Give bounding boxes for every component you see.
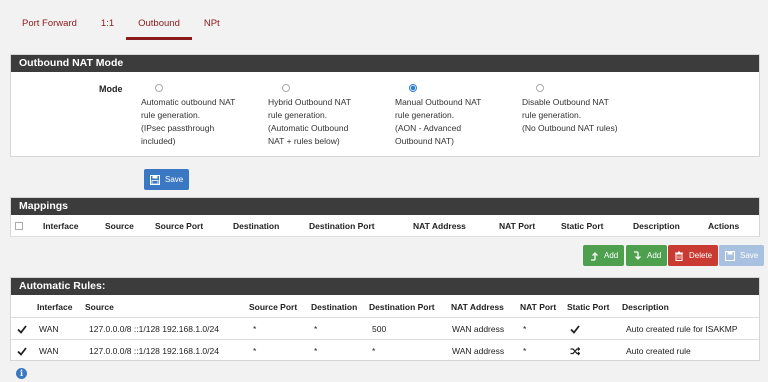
col-interface: Interface [37,302,73,312]
tab-npt[interactable]: NPt [192,0,232,40]
static-port-cell [570,346,581,358]
trash-icon [675,251,683,261]
col-static-port: Static Port [567,302,610,312]
mode-option-text: Manual Outbound NAT rule generation. (AO… [395,97,482,146]
mode-option-manual[interactable]: Manual Outbound NAT rule generation. (AO… [395,84,510,148]
col-static-port[interactable]: Static Port [561,221,604,231]
radio-disable[interactable] [536,84,544,92]
cell-destination-port: * [372,346,376,356]
panel-title: Mappings [11,198,759,215]
cell-destination-port: 500 [372,324,387,334]
mappings-panel: Mappings Interface Source Source Port De… [10,197,760,237]
cell-source-port: * [253,324,257,334]
col-source: Source [85,302,114,312]
save-mappings-label: Save [740,251,759,260]
cell-nat-port: * [523,324,527,334]
radio-hybrid[interactable] [282,84,290,92]
panel-title: Automatic Rules: [11,278,759,295]
mode-option-automatic[interactable]: Automatic outbound NAT rule generation. … [141,84,256,148]
outbound-nat-mode-panel: Outbound NAT Mode Mode Automatic outboun… [10,54,760,157]
info-icon[interactable]: i [16,368,27,379]
mappings-header-row: Interface Source Source Port Destination… [11,215,759,237]
cell-nat-address: WAN address [452,346,505,356]
col-destination-port[interactable]: Destination Port [309,221,375,231]
mode-option-disable[interactable]: Disable Outbound NAT rule generation. (N… [522,84,637,135]
col-source[interactable]: Source [105,221,134,231]
cell-nat-address: WAN address [452,324,505,334]
cell-nat-port: * [523,346,527,356]
shuffle-icon [570,347,581,356]
mode-label: Mode [99,84,123,94]
mode-option-text: Disable Outbound NAT rule generation. (N… [522,97,618,133]
nat-tabs: Port Forward 1:1 Outbound NPt [10,0,232,40]
col-actions: Actions [708,221,740,231]
automatic-rules-panel: Automatic Rules: Interface Source Source… [10,277,760,361]
col-nat-address: NAT Address [451,302,504,312]
check-icon [17,325,27,334]
arrow-down-icon [634,250,641,260]
col-nat-port: NAT Port [520,302,557,312]
col-interface[interactable]: Interface [43,221,78,231]
cell-source-port: * [253,346,257,356]
save-label: Save [165,175,184,184]
add-top-label: Add [604,251,619,260]
cell-interface: WAN [39,324,59,334]
add-bottom-button[interactable]: Add [626,245,668,266]
radio-manual[interactable] [409,84,417,92]
panel-title: Outbound NAT Mode [11,55,759,72]
delete-button[interactable]: Delete [668,245,719,266]
cell-source: 127.0.0.0/8 ::1/128 192.168.1.0/24 [89,346,219,356]
enabled-icon [17,346,27,358]
enabled-icon [17,324,27,336]
col-source-port: Source Port [249,302,298,312]
save-mappings-button[interactable]: Save [719,245,765,266]
add-bottom-label: Add [647,251,662,260]
col-nat-address[interactable]: NAT Address [413,221,466,231]
mode-option-hybrid[interactable]: Hybrid Outbound NAT rule generation. (Au… [268,84,383,148]
cell-description: Auto created rule for ISAKMP [626,324,738,334]
save-mode-button[interactable]: Save [144,169,190,190]
arrow-up-icon [591,251,598,261]
cell-source: 127.0.0.0/8 ::1/128 192.168.1.0/24 [89,324,219,334]
delete-label: Delete [689,251,713,260]
cell-interface: WAN [39,346,59,356]
col-destination: Destination [311,302,358,312]
col-destination-port: Destination Port [369,302,435,312]
table-row: WAN 127.0.0.0/8 ::1/128 192.168.1.0/24 *… [11,339,759,361]
cell-destination: * [314,324,318,334]
col-description[interactable]: Description [633,221,680,231]
radio-automatic[interactable] [155,84,163,92]
table-row: WAN 127.0.0.0/8 ::1/128 192.168.1.0/24 *… [11,317,759,339]
check-icon [17,347,27,356]
cell-description: Auto created rule [626,346,691,356]
col-source-port[interactable]: Source Port [155,221,203,231]
static-port-cell [570,324,580,336]
col-description: Description [622,302,669,312]
mode-option-text: Automatic outbound NAT rule generation. … [141,97,236,146]
cell-destination: * [314,346,318,356]
select-all-checkbox[interactable] [15,222,23,230]
tab-one-to-one[interactable]: 1:1 [89,0,126,40]
floppy-icon [725,250,735,261]
add-top-button[interactable]: Add [583,245,625,266]
mode-option-text: Hybrid Outbound NAT rule generation. (Au… [268,97,351,146]
col-nat-port[interactable]: NAT Port [499,221,535,231]
check-icon [570,325,580,334]
tab-outbound[interactable]: Outbound [126,0,192,40]
floppy-icon [150,174,160,185]
tab-port-forward[interactable]: Port Forward [10,0,89,40]
col-destination[interactable]: Destination [233,221,279,231]
